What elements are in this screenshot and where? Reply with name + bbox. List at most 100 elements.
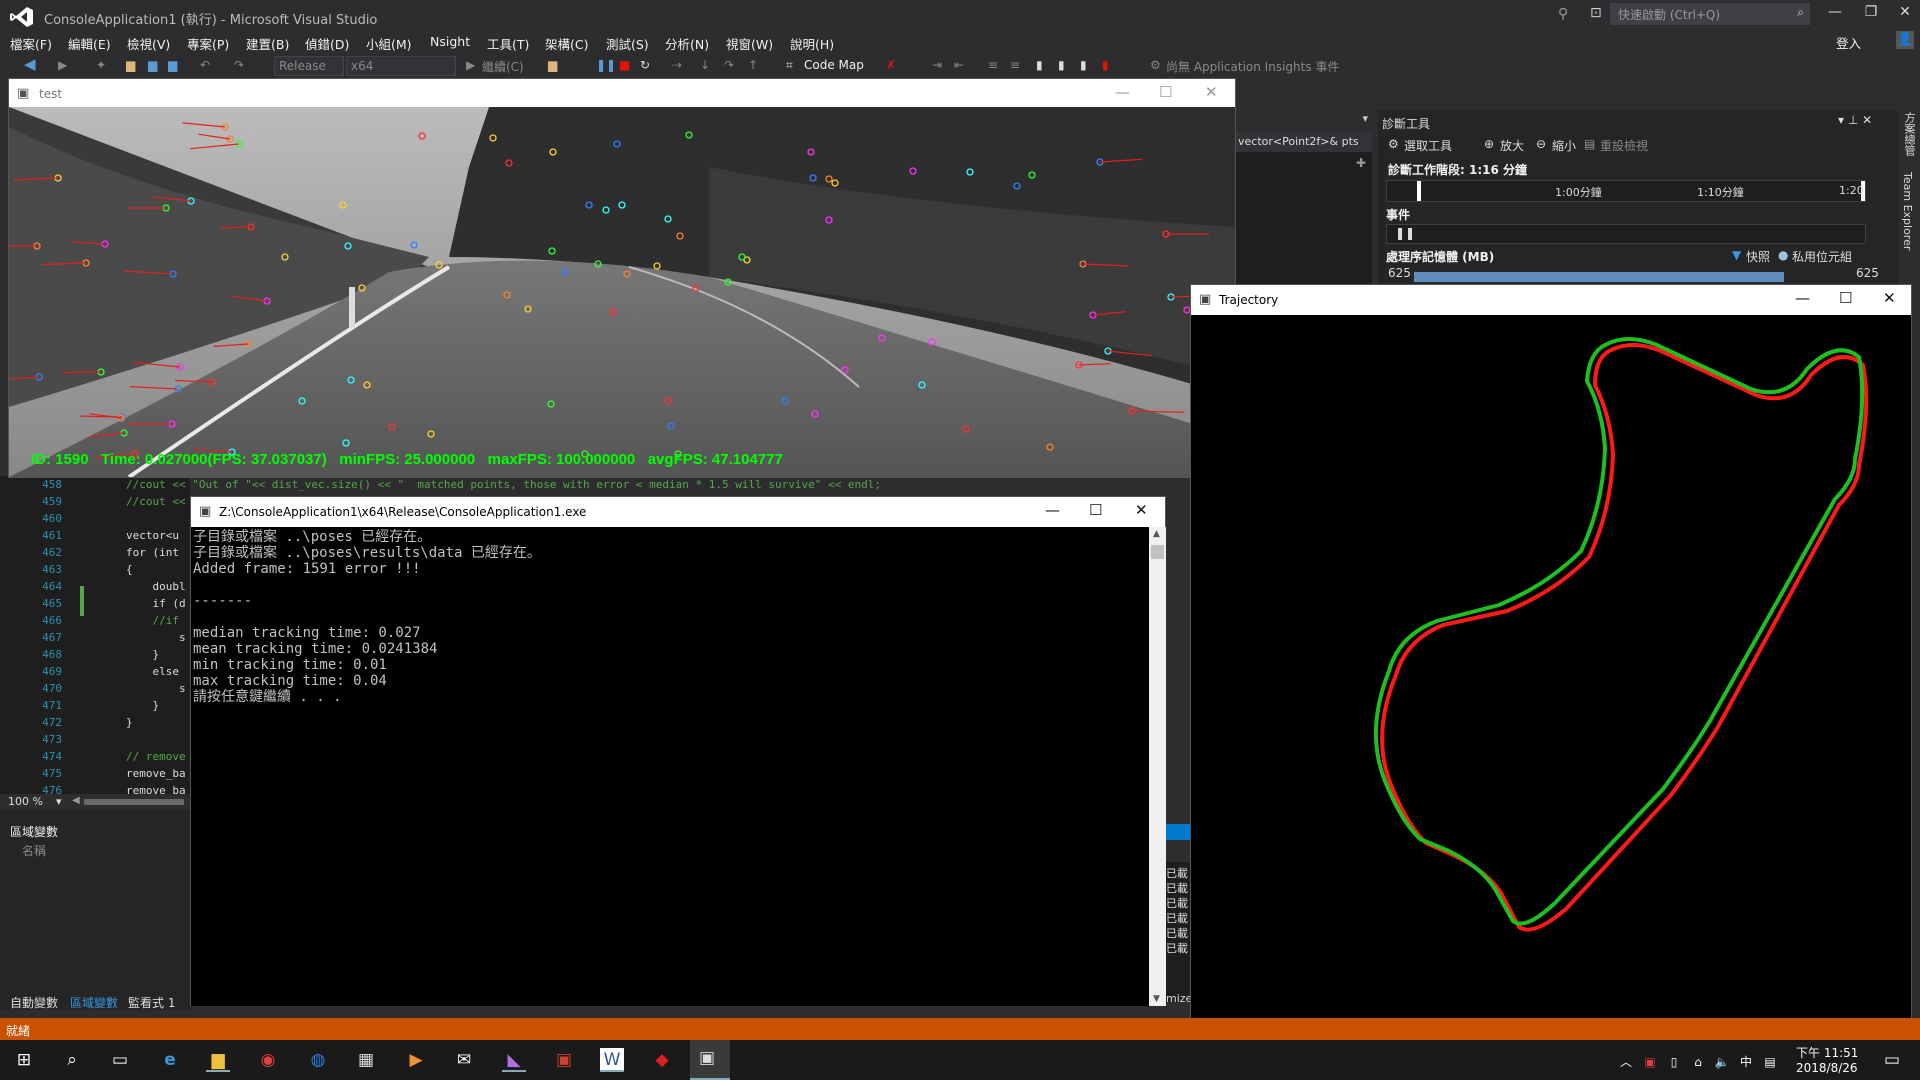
- store-icon[interactable]: ▦: [354, 1048, 378, 1072]
- ime-indicator[interactable]: 中: [1734, 1050, 1758, 1074]
- trajectory-titlebar[interactable]: ▣ Trajectory — ☐ ✕: [1191, 285, 1911, 315]
- stop-icon[interactable]: ■: [619, 58, 630, 72]
- memory-header[interactable]: 處理序記憶體 (MB): [1386, 248, 1494, 265]
- show-hidden-icons-icon[interactable]: ︿: [1614, 1050, 1638, 1074]
- task-view-icon[interactable]: ▭: [108, 1048, 132, 1072]
- scope-dropdown-arrow-icon[interactable]: ▾: [1236, 112, 1372, 130]
- quick-launch-input[interactable]: 快速啟動 (Ctrl+Q) ⌕: [1610, 3, 1810, 25]
- trajectory-maximize-button[interactable]: ☐: [1839, 289, 1852, 307]
- tray-app-icon[interactable]: ▣: [1638, 1050, 1662, 1074]
- menu-team[interactable]: 小組(M): [366, 34, 412, 53]
- application-insights-dropdown[interactable]: 尚無 Application Insights 事件: [1166, 58, 1339, 75]
- clear-bookmarks-icon[interactable]: ▮: [1102, 58, 1109, 72]
- menu-nsight[interactable]: Nsight: [430, 34, 470, 49]
- uncomment-icon[interactable]: ≡: [1010, 58, 1020, 72]
- step-into-icon[interactable]: ↓: [700, 58, 710, 72]
- word-icon[interactable]: W: [600, 1048, 624, 1072]
- zoom-out-button[interactable]: 縮小: [1552, 137, 1576, 154]
- code-map-button[interactable]: Code Map: [804, 58, 864, 72]
- ime-mode-icon[interactable]: ▤: [1758, 1050, 1782, 1074]
- tab-locals[interactable]: 區域變數: [70, 994, 118, 1011]
- menu-file[interactable]: 檔案(F): [10, 34, 52, 53]
- continue-icon[interactable]: ▶: [466, 58, 475, 72]
- new-project-icon[interactable]: ✦: [96, 58, 106, 72]
- zoom-dropdown-arrow-icon[interactable]: ▾: [56, 795, 62, 808]
- zoom-in-button[interactable]: 放大: [1500, 137, 1524, 154]
- edge-browser-icon[interactable]: e: [158, 1048, 182, 1072]
- file-explorer-icon[interactable]: ▆: [206, 1048, 230, 1072]
- menu-view[interactable]: 檢視(V): [127, 34, 170, 53]
- presentation-app-icon[interactable]: ▣: [552, 1048, 576, 1072]
- comment-icon[interactable]: ≡: [988, 58, 998, 72]
- chrome-icon[interactable]: ◉: [256, 1048, 280, 1072]
- outdent-icon[interactable]: ⇤: [954, 58, 964, 72]
- network-icon[interactable]: ⌂: [1686, 1050, 1710, 1074]
- menu-project[interactable]: 專案(P): [187, 34, 229, 53]
- trajectory-minimize-button[interactable]: —: [1795, 289, 1810, 307]
- open-file-icon[interactable]: ▆: [126, 58, 135, 72]
- menu-build[interactable]: 建置(B): [246, 34, 289, 53]
- tab-watch-1[interactable]: 監看式 1: [128, 994, 175, 1011]
- scroll-thumb[interactable]: [1151, 545, 1164, 559]
- signin-link[interactable]: 登入: [1836, 33, 1861, 52]
- pause-icon[interactable]: ❚❚: [596, 58, 616, 72]
- menu-test[interactable]: 測試(S): [606, 34, 649, 53]
- prev-bookmark-icon[interactable]: ▮: [1058, 58, 1065, 72]
- minimize-button[interactable]: —: [1820, 4, 1850, 20]
- menu-analyze[interactable]: 分析(N): [665, 34, 709, 53]
- configuration-dropdown[interactable]: Release: [274, 56, 344, 76]
- menu-help[interactable]: 說明(H): [790, 34, 834, 53]
- test-maximize-button[interactable]: ☐: [1159, 83, 1172, 101]
- panel-menu-icon[interactable]: ▾ ⊥ ✕: [1838, 113, 1872, 127]
- restart-icon[interactable]: ↻: [640, 58, 650, 72]
- scroll-up-icon[interactable]: ▲: [1153, 529, 1160, 539]
- feedback-icon[interactable]: ⊡: [1590, 5, 1602, 21]
- firefox-icon[interactable]: ◍: [306, 1048, 330, 1072]
- console-minimize-button[interactable]: —: [1045, 501, 1060, 519]
- clock-date[interactable]: 2018/8/26: [1796, 1061, 1858, 1075]
- tablet-icon[interactable]: ▯: [1662, 1050, 1686, 1074]
- platform-dropdown[interactable]: x64: [346, 56, 456, 76]
- menu-window[interactable]: 視窗(W): [726, 34, 773, 53]
- locals-name-column[interactable]: 名稱: [22, 842, 46, 859]
- step-over-icon[interactable]: ↷: [724, 58, 734, 72]
- breakpoints-icon[interactable]: ✗: [886, 58, 896, 72]
- active-app-highlight[interactable]: ▣: [690, 1040, 730, 1080]
- member-context-dropdown[interactable]: vector<Point2f>& pts: [1236, 132, 1372, 152]
- console-titlebar[interactable]: ▣ Z:\ConsoleApplication1\x64\Release\Con…: [191, 497, 1165, 527]
- menu-edit[interactable]: 編輯(E): [68, 34, 111, 53]
- scroll-down-icon[interactable]: ▼: [1153, 994, 1160, 1004]
- action-center-icon[interactable]: ▭: [1880, 1048, 1904, 1072]
- console-scrollbar[interactable]: ▲ ▼: [1149, 527, 1166, 1006]
- bookmark-icon[interactable]: ▮: [1036, 58, 1043, 72]
- menu-tools[interactable]: 工具(T): [487, 34, 529, 53]
- save-icon[interactable]: ▆: [148, 58, 157, 72]
- team-explorer-tab[interactable]: Team Explorer: [1901, 172, 1914, 250]
- continue-button[interactable]: 繼續(C): [482, 58, 524, 75]
- menu-debug[interactable]: 偵錯(D): [305, 34, 349, 53]
- events-header[interactable]: 事件: [1386, 206, 1410, 223]
- redo-icon[interactable]: ↷: [234, 58, 244, 72]
- forward-icon[interactable]: ▶: [58, 58, 67, 72]
- timeline-start-handle[interactable]: [1417, 181, 1421, 201]
- clock-time[interactable]: 下午 11:51: [1796, 1044, 1858, 1061]
- menu-architecture[interactable]: 架構(C): [545, 34, 588, 53]
- indent-icon[interactable]: ⇥: [932, 58, 942, 72]
- save-all-icon[interactable]: ▆: [168, 58, 177, 72]
- test-minimize-button[interactable]: —: [1115, 83, 1130, 101]
- account-icon[interactable]: 👤: [1896, 31, 1914, 49]
- next-bookmark-icon[interactable]: ▮: [1080, 58, 1087, 72]
- close-button[interactable]: ✕: [1890, 4, 1920, 20]
- horizontal-scrollbar[interactable]: [84, 799, 184, 805]
- zoom-level-dropdown[interactable]: 100 %: [8, 795, 43, 808]
- step-out-icon[interactable]: ↑: [748, 58, 758, 72]
- git-client-icon[interactable]: ◆: [650, 1048, 674, 1072]
- undo-icon[interactable]: ↶: [200, 58, 210, 72]
- attach-icon[interactable]: ▆: [548, 58, 557, 72]
- split-editor-icon[interactable]: ✚: [1356, 156, 1366, 170]
- search-icon[interactable]: ⌕: [60, 1048, 84, 1072]
- back-icon[interactable]: ◀: [24, 55, 36, 73]
- test-close-button[interactable]: ✕: [1205, 83, 1218, 101]
- restore-button[interactable]: ❐: [1856, 4, 1886, 20]
- visual-studio-taskbar-icon[interactable]: ◣: [502, 1048, 526, 1072]
